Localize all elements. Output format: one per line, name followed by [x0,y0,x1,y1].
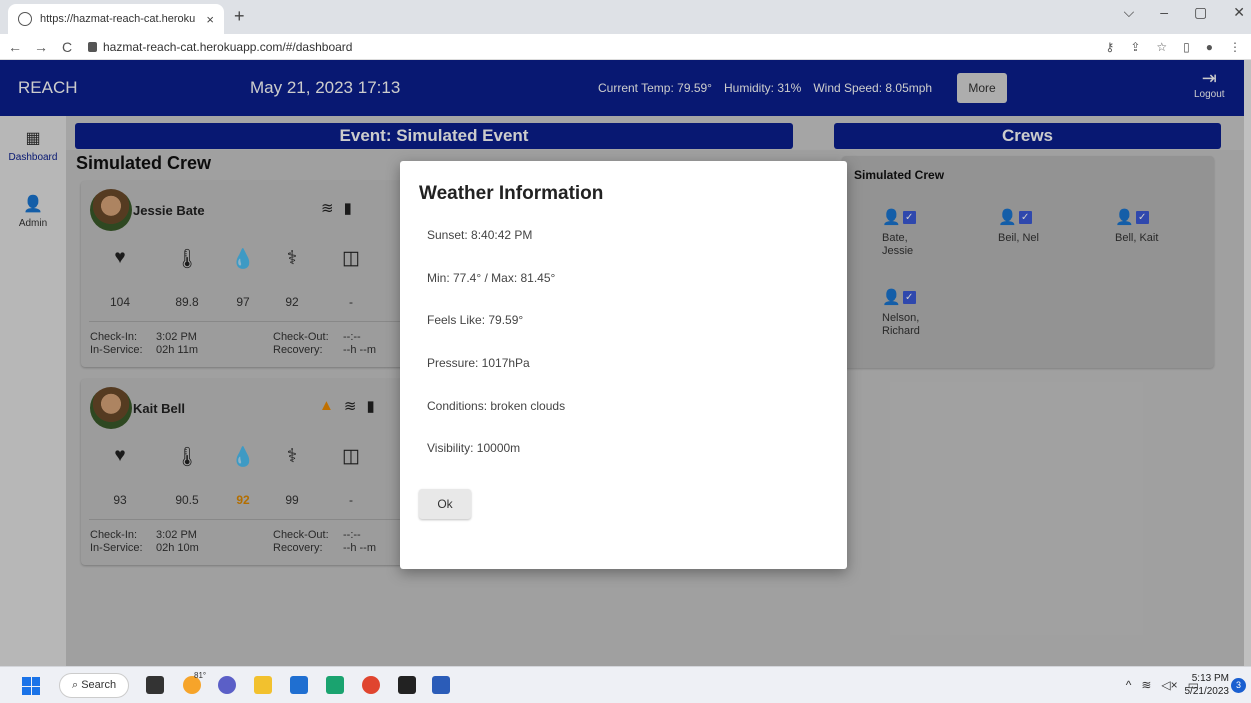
search-label: Search [81,679,117,691]
chrome-icon[interactable] [362,676,380,694]
url-text: hazmat-reach-cat.herokuapp.com/#/dashboa… [103,39,353,54]
close-tab-icon[interactable]: × [206,12,214,27]
ok-button[interactable]: Ok [419,489,471,519]
reload-icon[interactable]: C [56,39,78,55]
url-field[interactable]: hazmat-reach-cat.herokuapp.com/#/dashboa… [88,40,352,54]
pressure-row: Pressure: 1017hPa [427,356,530,370]
browser-toolbar-icons: ⚷ ⇪ ☆ ▯ ● ⋮ [1106,40,1241,54]
taskbar-clock[interactable]: 5:13 PM 5/21/2023 [1185,672,1230,698]
taskbar: ⌕ Search 81° ^ ≋ ◁× ▭ 5:13 PM 5/21/2023 … [0,666,1251,703]
profile-icon[interactable]: ● [1206,40,1213,54]
close-window-icon[interactable]: ✕ [1233,4,1245,21]
star-icon[interactable]: ☆ [1156,40,1167,54]
menu-icon[interactable]: ⋮ [1229,40,1241,54]
teams-icon[interactable] [218,676,236,694]
visibility-row: Visibility: 10000m [427,441,521,455]
share-icon[interactable]: ⇪ [1130,40,1140,54]
notification-badge[interactable]: 3 [1231,678,1246,693]
wifi-icon[interactable]: ≋ [1141,678,1151,692]
modal-title: Weather Information [419,183,604,204]
sidepanel-icon[interactable]: ▯ [1183,40,1190,54]
windows-start-icon[interactable] [22,677,40,695]
task-view-icon[interactable] [146,676,164,694]
conditions-row: Conditions: broken clouds [427,399,566,413]
globe-icon [18,12,32,26]
pycharm-icon[interactable] [326,676,344,694]
new-tab-icon[interactable]: + [234,6,245,27]
address-bar: ← → C hazmat-reach-cat.herokuapp.com/#/d… [0,34,1251,60]
weather-widget-temp: 81° [194,671,207,680]
browser-tabbar: https://hazmat-reach-cat.heroku × + ⌵ – … [0,0,1251,34]
back-icon[interactable]: ← [4,39,26,55]
key-icon[interactable]: ⚷ [1106,40,1115,54]
lock-icon [88,41,97,52]
restore-icon[interactable]: ▢ [1194,4,1207,21]
minmax-row: Min: 77.4° / Max: 81.45° [427,271,556,285]
minimize-icon[interactable]: – [1160,4,1168,21]
clock-date: 5/21/2023 [1184,686,1230,697]
taskbar-search[interactable]: ⌕ Search [59,673,129,698]
browser-tab[interactable]: https://hazmat-reach-cat.heroku × [8,4,224,34]
speaker-icon[interactable]: ◁× [1161,678,1177,692]
forward-icon[interactable]: → [30,39,52,55]
word-icon[interactable] [432,676,450,694]
chevron-up-icon[interactable]: ^ [1126,678,1132,692]
tab-search-icon[interactable]: ⌵ [1124,4,1135,21]
clock-time: 5:13 PM [1191,673,1229,684]
feels-like-row: Feels Like: 79.59° [427,313,524,327]
store-icon[interactable] [290,676,308,694]
tab-title: https://hazmat-reach-cat.heroku [40,13,196,25]
terminal-icon[interactable] [398,676,416,694]
sunset-row: Sunset: 8:40:42 PM [427,228,533,242]
window-controls: ⌵ – ▢ ✕ [1124,4,1245,21]
file-explorer-icon[interactable] [254,676,272,694]
